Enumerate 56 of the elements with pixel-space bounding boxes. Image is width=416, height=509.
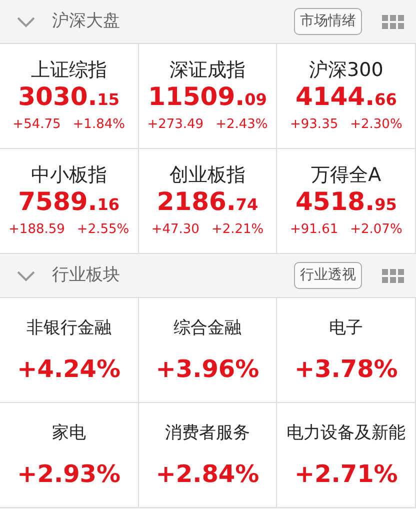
sector-card[interactable]: 家电 +2.93%	[0, 403, 139, 508]
change-value: +273.49	[147, 116, 204, 134]
section-action-button[interactable]: 行业透视	[294, 262, 362, 289]
section-title: 沪深大盘	[52, 10, 120, 33]
sector-name: 非银行金融	[26, 317, 112, 339]
sector-percent: +3.78%	[294, 355, 398, 383]
index-card[interactable]: 中小板指 7589.16 +188.59 +2.55%	[0, 149, 139, 254]
sector-card[interactable]: 综合金融 +3.96%	[138, 298, 278, 403]
index-name: 中小板指	[30, 162, 107, 187]
sector-name: 电子	[329, 317, 364, 339]
index-card[interactable]: 创业板指 2186.74 +47.30 +2.21%	[138, 149, 278, 254]
sector-name: 综合金融	[173, 317, 242, 339]
change-percent: +2.43%	[216, 116, 268, 134]
change-value: +93.35	[290, 116, 338, 134]
sector-card[interactable]: 电力设备及新能 +2.71%	[277, 403, 416, 508]
change-percent: +2.21%	[211, 220, 264, 239]
index-price: 7589.16	[18, 186, 120, 218]
grid-icon[interactable]	[382, 268, 404, 282]
index-card[interactable]: 上证综指 3030.15 +54.75 +1.84%	[0, 44, 139, 149]
index-name: 上证综指	[30, 58, 107, 82]
sector-card[interactable]: 非银行金融 +4.24%	[0, 298, 139, 403]
sector-percent: +3.96%	[156, 355, 260, 383]
change-percent: +2.07%	[350, 220, 402, 239]
change-percent: +1.84%	[72, 116, 125, 134]
sector-percent: +2.93%	[17, 460, 121, 488]
index-price: 11509.09	[148, 82, 267, 113]
index-name: 深证成指	[169, 58, 246, 82]
change-value: +47.30	[151, 220, 200, 239]
section-action-button[interactable]: 市场情绪	[294, 8, 362, 35]
index-card[interactable]: 万得全A 4518.95 +91.61 +2.07%	[277, 149, 416, 254]
index-price: 4144.66	[295, 82, 397, 113]
index-price: 4518.95	[295, 186, 397, 218]
index-card[interactable]: 沪深300 4144.66 +93.35 +2.30%	[277, 44, 416, 149]
sector-percent: +2.84%	[156, 460, 260, 488]
index-name: 创业板指	[169, 162, 246, 187]
index-card[interactable]: 深证成指 11509.09 +273.49 +2.43%	[138, 44, 278, 149]
section-title: 行业板块	[52, 264, 120, 287]
change-percent: +2.55%	[76, 220, 130, 239]
change-value: +91.61	[290, 220, 338, 239]
sector-name: 电力设备及新能	[286, 422, 406, 444]
sector-card[interactable]: 电子 +3.78%	[277, 298, 416, 403]
sector-percent: +2.71%	[294, 460, 398, 488]
sector-name: 消费者服务	[164, 422, 250, 444]
sector-name: 家电	[52, 422, 86, 444]
index-price: 3030.15	[18, 82, 120, 113]
grid-icon[interactable]	[382, 14, 404, 28]
sector-card[interactable]: 消费者服务 +2.84%	[138, 403, 278, 508]
index-price: 2186.74	[156, 186, 258, 218]
change-percent: +2.30%	[350, 116, 402, 134]
sector-percent: +4.24%	[17, 355, 121, 383]
index-name: 沪深300	[309, 58, 384, 82]
change-value: +188.59	[8, 220, 65, 239]
change-value: +54.75	[12, 116, 61, 134]
chevron-icon	[16, 16, 36, 28]
index-name: 万得全A	[311, 162, 382, 187]
chevron-icon	[16, 270, 36, 282]
